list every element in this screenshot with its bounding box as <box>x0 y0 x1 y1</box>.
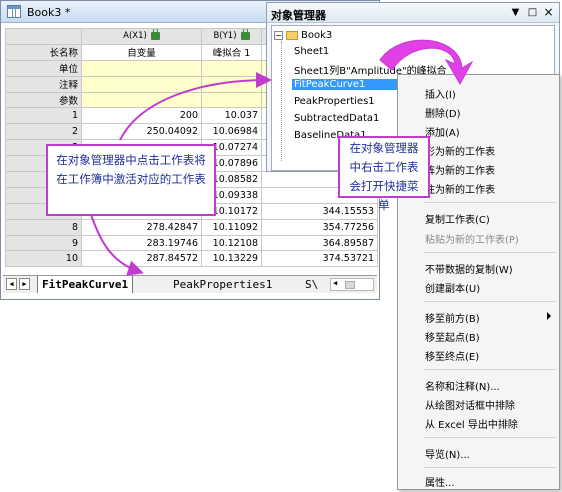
column-header-a[interactable]: A(X1) <box>81 28 202 45</box>
row-number[interactable]: 8 <box>5 218 82 236</box>
tab-peakproperties1[interactable]: PeakProperties1 <box>169 276 276 293</box>
menu-separator <box>424 252 556 253</box>
folder-icon <box>286 30 298 40</box>
tree-node-label: Book3 <box>301 30 333 41</box>
row-header-parameters[interactable]: 参数 <box>5 91 82 109</box>
tree-node-sheet1[interactable]: Sheet1 <box>294 46 329 57</box>
menu-item-move-to-end[interactable]: 移至终点(E) <box>425 348 479 363</box>
menu-item-as-new-sheet-3[interactable]: 注为新的工作表 <box>425 181 495 196</box>
column-a-designation: A(X1) <box>123 31 147 42</box>
data-cell[interactable]: 283.19746 <box>81 234 202 252</box>
menu-item-add[interactable]: 添加(A) <box>425 124 460 139</box>
data-cell[interactable]: 10.13229 <box>201 250 262 268</box>
menu-item-properties[interactable]: 属性... <box>425 474 455 489</box>
tab-next-icon[interactable]: ▶ <box>19 278 30 290</box>
data-cell[interactable]: 364.89587 <box>261 234 378 252</box>
data-cell[interactable]: 10.12108 <box>201 234 262 252</box>
long-name-cell-a[interactable]: 自变量 <box>81 43 202 61</box>
menu-item-paste-as-new-sheet[interactable]: 粘贴为新的工作表(P) <box>425 231 519 246</box>
object-manager-title-bar[interactable]: 对象管理器 ▼ □ × <box>267 3 559 23</box>
lock-icon <box>150 29 160 40</box>
pin-dropdown-icon[interactable]: ▼ <box>509 6 522 19</box>
callout-right: 在对象管理器中右击工作表会打开快捷菜单 <box>338 136 430 212</box>
data-cell[interactable]: 354.77256 <box>261 218 378 236</box>
table-row[interactable]: 9 283.19746 10.12108 364.89587 <box>5 234 378 252</box>
parameters-cell[interactable] <box>201 91 262 109</box>
menu-item-as-new-sheet-1[interactable]: 形为新的工作表 <box>425 143 495 158</box>
row-number[interactable]: 2 <box>5 123 82 141</box>
data-cell[interactable]: 10.06984 <box>201 123 262 141</box>
menu-separator <box>424 369 556 370</box>
data-cell[interactable]: 287.84572 <box>81 250 202 268</box>
tab-scrollbar[interactable]: ◀ <box>330 278 374 291</box>
tree-node-peakproperties1[interactable]: PeakProperties1 <box>294 96 375 107</box>
menu-item-exclude-from-excel-export[interactable]: 从 Excel 导出中排除 <box>425 416 518 431</box>
table-row[interactable]: 10 287.84572 10.13229 374.53721 <box>5 250 378 268</box>
menu-item-insert[interactable]: 插入(I) <box>425 86 456 101</box>
menu-item-delete[interactable]: 删除(D) <box>425 105 461 120</box>
row-number[interactable]: 9 <box>5 234 82 252</box>
data-cell[interactable]: 200 <box>81 107 202 125</box>
lock-icon <box>240 29 250 40</box>
menu-item-name-and-comments[interactable]: 名称和注释(N)... <box>425 378 500 393</box>
data-cell[interactable]: 344.15553 <box>261 202 378 220</box>
menu-item-as-new-sheet-2[interactable]: 阵为新的工作表 <box>425 162 495 177</box>
menu-item-browser[interactable]: 导览(N)... <box>425 446 470 461</box>
tab-fitpeakcurve1[interactable]: FitPeakCurve1 <box>37 276 134 293</box>
tree-node-subtracteddata1[interactable]: SubtractedData1 <box>294 113 379 124</box>
sheet-tab-bar[interactable]: ◀ ▶ FitPeakCurve1 PeakProperties1 S\ ◀ <box>3 275 377 293</box>
submenu-arrow-icon <box>547 312 551 320</box>
comments-cell[interactable] <box>81 75 202 93</box>
data-cell[interactable]: 10.11092 <box>201 218 262 236</box>
grid-corner[interactable] <box>5 28 82 45</box>
close-icon[interactable]: × <box>542 6 555 19</box>
data-cell[interactable]: 10.037 <box>201 107 262 125</box>
long-name-cell-b[interactable]: 峰拟合 1 <box>201 43 262 61</box>
data-cell[interactable]: 250.04092 <box>81 123 202 141</box>
tree-line <box>281 41 282 161</box>
collapse-icon[interactable]: − <box>274 30 283 40</box>
parameters-cell[interactable] <box>81 91 202 109</box>
tab-subtracteddata1[interactable]: S\ <box>301 276 322 293</box>
row-number[interactable]: 1 <box>5 107 82 125</box>
units-cell[interactable] <box>81 59 202 77</box>
menu-separator <box>424 467 556 468</box>
comments-cell[interactable] <box>201 75 262 93</box>
column-b-designation: B(Y1) <box>213 31 237 42</box>
workbook-icon <box>7 5 21 18</box>
object-manager-title: 对象管理器 <box>271 9 326 22</box>
column-header-b[interactable]: B(Y1) <box>201 28 262 45</box>
menu-item-exclude-from-plot-dialog[interactable]: 从绘图对话框中排除 <box>425 397 515 412</box>
menu-separator <box>424 437 556 438</box>
menu-separator <box>424 301 556 302</box>
scroll-left-icon[interactable]: ◀ <box>333 279 337 287</box>
menu-item-duplicate-no-data[interactable]: 不带数据的复制(W) <box>425 261 513 276</box>
menu-item-move-forward[interactable]: 移至前方(B) <box>425 310 480 325</box>
table-row[interactable]: 8 278.42847 10.11092 354.77256 <box>5 218 378 236</box>
menu-separator <box>424 202 556 203</box>
restore-icon[interactable]: □ <box>526 6 539 19</box>
scroll-thumb[interactable] <box>345 281 355 289</box>
tab-prev-icon[interactable]: ◀ <box>6 278 17 290</box>
menu-item-copy-sheet[interactable]: 复制工作表(C) <box>425 211 490 226</box>
data-cell[interactable]: 278.42847 <box>81 218 202 236</box>
menu-item-move-to-start[interactable]: 移至起点(B) <box>425 329 480 344</box>
row-number[interactable]: 10 <box>5 250 82 268</box>
menu-item-duplicate[interactable]: 创建副本(U) <box>425 280 480 295</box>
callout-left: 在对象管理器中点击工作表将在工作簿中激活对应的工作表 <box>46 144 216 216</box>
units-cell[interactable] <box>201 59 262 77</box>
row-header-comments[interactable]: 注释 <box>5 75 82 93</box>
row-header-long-name[interactable]: 长名称 <box>5 43 82 61</box>
workbook-title: Book3 * <box>27 6 71 19</box>
data-cell[interactable]: 374.53721 <box>261 250 378 268</box>
tree-node-book3[interactable]: − Book3 <box>274 30 332 41</box>
row-header-units[interactable]: 单位 <box>5 59 82 77</box>
